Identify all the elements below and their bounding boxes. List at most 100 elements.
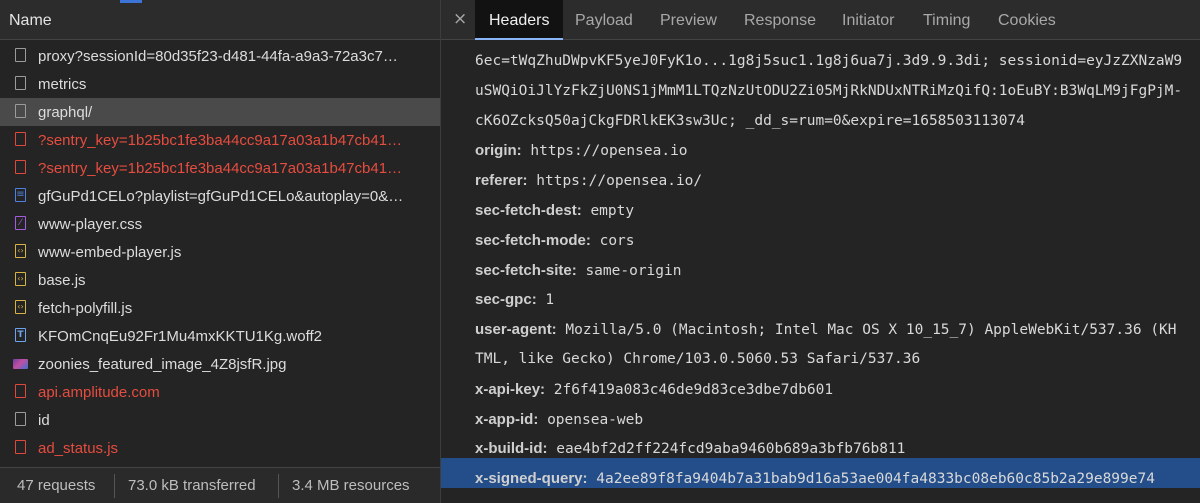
divider [114,474,115,498]
header-row[interactable]: sec-fetch-site: same-origin [475,262,681,279]
header-value: Mozilla/5.0 (Macintosh; Intel Mac OS X 1… [565,322,1177,339]
request-row[interactable]: ?sentry_key=1b25bc1fe3ba44cc9a17a03a1b47… [0,154,440,182]
tab-headers[interactable]: Headers [475,0,564,40]
request-row[interactable]: id [0,406,440,434]
request-row[interactable]: metrics [0,70,440,98]
header-accent [120,0,142,3]
header-row[interactable]: sec-fetch-dest: empty [475,202,634,219]
close-icon[interactable]: × [453,9,467,29]
request-name: id [38,412,50,429]
image-file-icon [13,359,28,369]
header-key: origin: [475,142,522,160]
header-value-continuation: uSWQiOiJlYzFkZjU0NS1jMmM1LTQzNzUtODU2Zi0… [475,82,1183,99]
header-key: x-build-id: [475,440,548,458]
font-file-icon: T [15,328,26,342]
request-name: ?sentry_key=1b25bc1fe3ba44cc9a17a03a1b47… [38,132,403,149]
name-column-label: Name [9,12,52,29]
status-bar: 47 requests 73.0 kB transferred 3.4 MB r… [0,467,440,503]
header-row[interactable]: x-api-key: 2f6f419a083c46de9d83ce3dbe7db… [475,381,833,398]
resources-size: 3.4 MB resources [292,477,410,494]
header-row[interactable]: referer: https://opensea.io/ [475,172,702,189]
tab-timing[interactable]: Timing [923,0,970,40]
header-value: 1 [545,292,555,309]
transferred-size: 73.0 kB transferred [128,477,256,494]
request-name: fetch-polyfill.js [38,300,133,317]
header-value: 2f6f419a083c46de9d83ce3dbe7db601 [553,381,834,398]
request-row[interactable]: api.amplitude.com [0,378,440,406]
request-list-panel: Name proxy?sessionId=80d35f23-d481-44fa-… [0,0,441,503]
document-icon [15,48,26,62]
header-value-continuation: cK6OZcksQ50ajCkgFDRlkEK3sw3Uc; _dd_s=rum… [475,112,1025,129]
header-value: eae4bf2d2ff224fcd9aba9460b689a3bfb76b811 [556,441,906,458]
details-tab-bar: × Headers Payload Preview Response Initi… [441,0,1200,40]
tab-initiator[interactable]: Initiator [842,0,894,40]
document-icon [15,132,26,146]
document-icon [15,104,26,118]
request-details-panel: × Headers Payload Preview Response Initi… [441,0,1200,503]
scrollbar[interactable] [1190,52,1198,482]
request-row[interactable]: zoonies_featured_image_4Z8jsfR.jpg [0,350,440,378]
header-value: TML, like Gecko) Chrome/103.0.5060.53 Sa… [475,351,921,367]
request-name: base.js [38,272,86,289]
header-value: same-origin [585,262,682,279]
js-file-icon: ‹› [15,244,26,258]
request-name: ad_status.js [38,440,119,457]
request-name: api.amplitude.com [38,384,160,401]
js-file-icon: ‹› [15,272,26,286]
header-key: referer: [475,172,528,190]
tab-preview[interactable]: Preview [660,0,717,40]
header-key: x-app-id: [475,410,539,428]
request-name: graphql/ [38,104,93,121]
header-value: cors [599,232,635,249]
header-key: x-signed-query: [475,470,588,488]
name-column-header[interactable]: Name [0,0,440,40]
request-headers-list: 6ec=tWqZhuDWpvKF5yeJ0FyK1o...1g8j5suc1.1… [441,40,1200,503]
header-key: sec-gpc: [475,291,537,309]
request-row[interactable]: T KFOmCnqEu92Fr1Mu4mxKKTU1Kg.woff2 [0,322,440,350]
request-name: metrics [38,76,87,93]
header-key: sec-fetch-dest: [475,202,582,219]
css-file-icon: ⁄ [15,216,26,230]
header-key: x-api-key: [475,380,546,398]
header-value: https://opensea.io [530,143,688,160]
request-row[interactable]: ‹› base.js [0,266,440,294]
tab-payload[interactable]: Payload [575,0,633,40]
header-value: 4a2ee89f8fa9404b7a31bab9d16a53ae004fa483… [596,471,1155,488]
header-row[interactable]: x-app-id: opensea-web [475,411,643,428]
header-key: sec-fetch-mode: [475,231,591,249]
request-row[interactable]: graphql/ [0,98,440,126]
request-row[interactable]: ‹› fetch-polyfill.js [0,294,440,322]
header-row[interactable]: sec-gpc: 1 [475,291,554,308]
request-count: 47 requests [17,477,96,494]
request-name: gfGuPd1CELo?playlist=gfGuPd1CELo&autopla… [38,188,404,205]
header-row[interactable]: user-agent: Mozilla/5.0 (Macintosh; Inte… [475,321,1177,338]
header-row[interactable]: TML, like Gecko) Chrome/103.0.5060.53 Sa… [475,351,920,367]
header-row[interactable]: sec-fetch-mode: cors [475,232,635,249]
document-icon [15,160,26,174]
request-name: ?sentry_key=1b25bc1fe3ba44cc9a17a03a1b47… [38,160,403,177]
request-row[interactable]: ‹› www-embed-player.js [0,238,440,266]
tab-response[interactable]: Response [744,0,816,40]
js-file-icon: ‹› [15,300,26,314]
header-value: opensea-web [547,411,644,428]
header-row-selected[interactable]: x-signed-query: 4a2ee89f8fa9404b7a31bab9… [475,470,1155,487]
request-row[interactable]: ⁄ www-player.css [0,210,440,238]
html-doc-icon: ≡ [15,188,26,202]
document-icon [15,384,26,398]
header-value-continuation: 6ec=tWqZhuDWpvKF5yeJ0FyK1o...1g8j5suc1.1… [475,53,1183,69]
header-value: https://opensea.io/ [536,173,703,190]
document-icon [15,440,26,454]
request-row[interactable]: ?sentry_key=1b25bc1fe3ba44cc9a17a03a1b47… [0,126,440,154]
request-name: proxy?sessionId=80d35f23-d481-44fa-a9a3-… [38,48,398,65]
request-row[interactable]: ad_status.js [0,434,440,462]
request-row[interactable]: ≡ gfGuPd1CELo?playlist=gfGuPd1CELo&autopl… [0,182,440,210]
header-row[interactable]: x-build-id: eae4bf2d2ff224fcd9aba9460b68… [475,440,905,457]
document-icon [15,76,26,90]
header-row[interactable]: origin: https://opensea.io [475,142,688,159]
tab-cookies[interactable]: Cookies [998,0,1056,40]
request-row[interactable]: proxy?sessionId=80d35f23-d481-44fa-a9a3-… [0,42,440,70]
request-name: zoonies_featured_image_4Z8jsfR.jpg [38,356,287,373]
request-name: www-player.css [38,216,143,233]
request-name: KFOmCnqEu92Fr1Mu4mxKKTU1Kg.woff2 [38,328,322,345]
header-key: sec-fetch-site: [475,261,577,279]
